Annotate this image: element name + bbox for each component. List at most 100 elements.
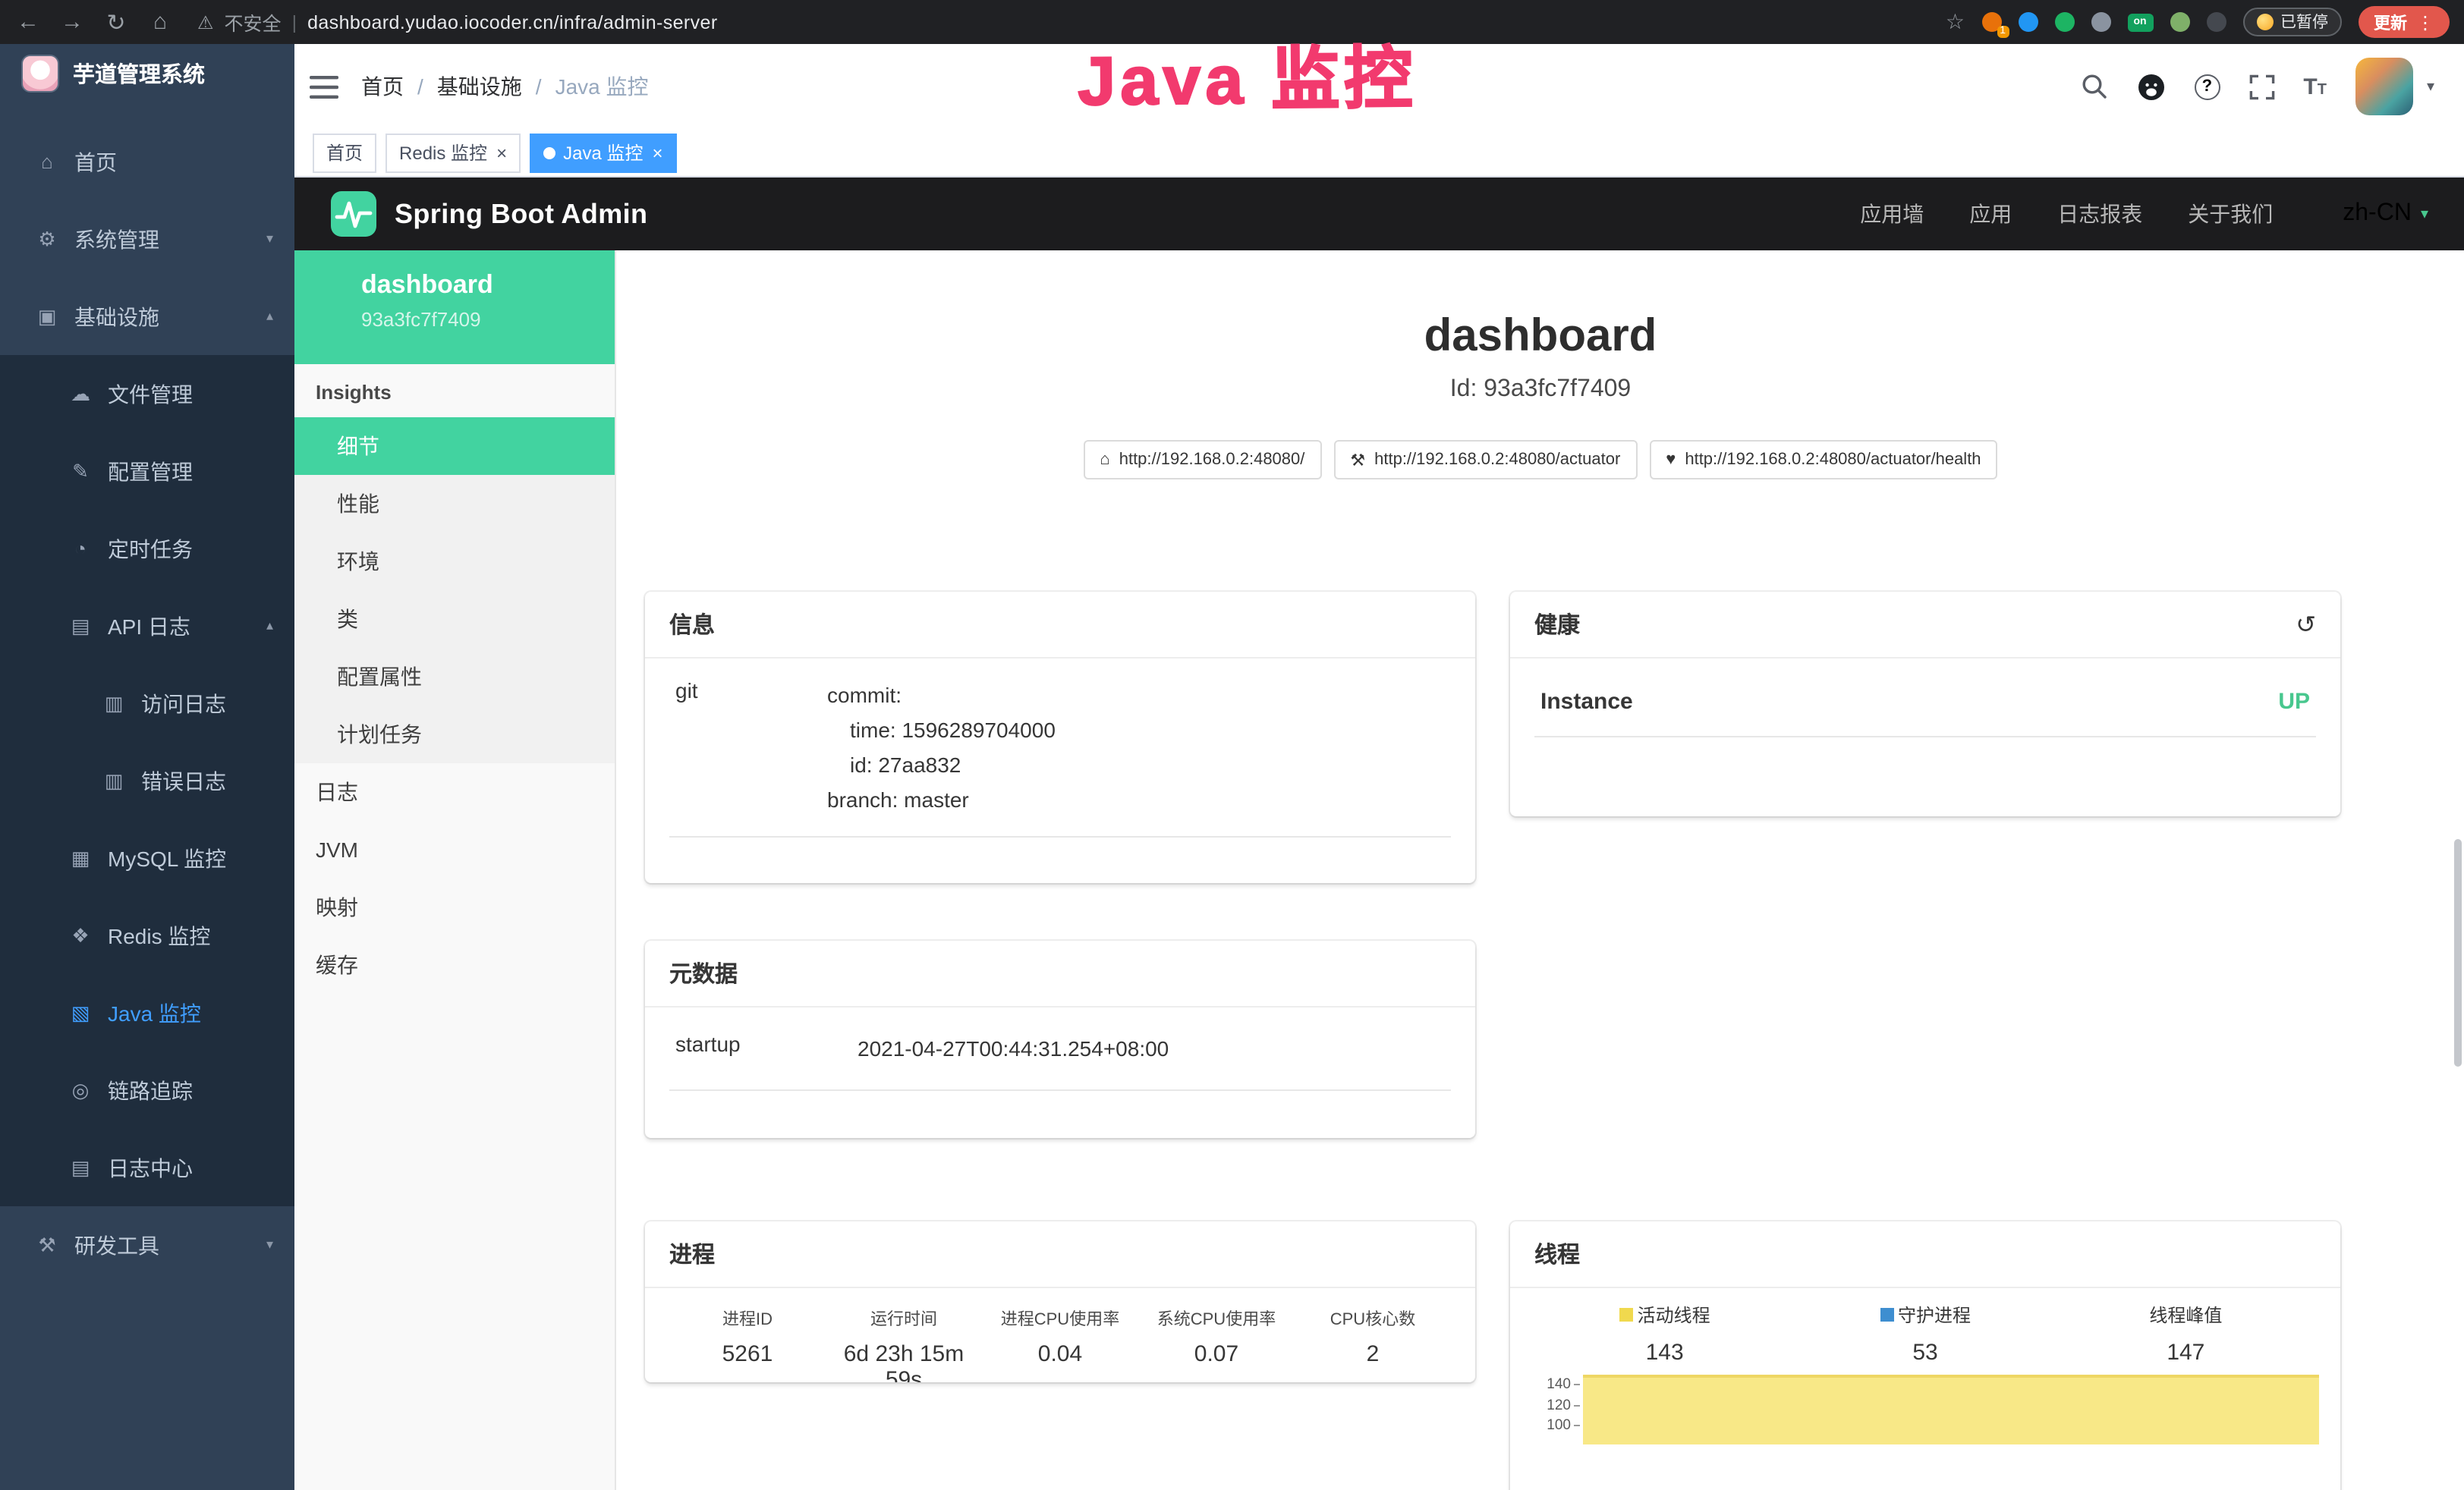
extension-on-badge-icon[interactable]: on	[2127, 13, 2153, 31]
extension-leaf-icon[interactable]	[2170, 12, 2189, 32]
sidebar-item-trace[interactable]: ◎链路追踪	[0, 1051, 294, 1129]
metadata-card: 元数据 startup 2021-04-27T00:44:31.254+08:0…	[645, 941, 1475, 1138]
bookmark-star-icon[interactable]: ☆	[1946, 9, 1965, 35]
home-icon[interactable]: ⌂	[147, 8, 173, 36]
instance-menu-metrics[interactable]: 性能	[294, 475, 615, 533]
font-size-icon[interactable]: TT	[2303, 74, 2327, 99]
paused-badge[interactable]: 已暂停	[2242, 8, 2342, 36]
legend-color-icon	[1880, 1308, 1893, 1322]
edit-icon: ✎	[67, 459, 94, 483]
instance-menu-logs[interactable]: 日志	[294, 763, 615, 821]
health-row: Instance UP	[1534, 659, 2316, 737]
tab-java-monitor[interactable]: Java 监控×	[530, 133, 676, 172]
update-button[interactable]: 更新 ⋮	[2359, 6, 2450, 38]
sba-nav-journal[interactable]: 日志报表	[2057, 199, 2142, 229]
instance-menu-mappings[interactable]: 映射	[294, 879, 615, 936]
chevron-up-icon: ▴	[266, 618, 273, 634]
metadata-startup-value: 2021-04-27T00:44:31.254+08:00	[858, 1032, 1445, 1067]
user-avatar[interactable]	[2355, 58, 2413, 115]
home-icon: ⌂	[33, 150, 61, 173]
sba-header: Spring Boot Admin 应用墙应用日志报表关于我们 zh-CN ▾	[294, 178, 2464, 250]
threads-legend-label: 线程峰值	[2056, 1302, 2316, 1328]
sba-nav: 应用墙 应用 日志报表 关于我们	[1860, 199, 2273, 229]
search-icon[interactable]	[2080, 73, 2107, 100]
info-card-title: 信息	[669, 608, 715, 640]
sba-nav-wallboard[interactable]: 应用墙	[1860, 199, 1924, 229]
locale-select[interactable]: zh-CN ▾	[2343, 200, 2428, 228]
sidebar-item-error-logs[interactable]: ▥错误日志	[0, 742, 294, 819]
document-icon: ▤	[67, 1155, 94, 1180]
chart-plot-area	[1583, 1375, 2325, 1490]
wrench-icon: ⚒	[1350, 450, 1365, 470]
instance-link[interactable]: ♥http://192.168.0.2:48080/actuator/healt…	[1649, 440, 1997, 479]
process-stat-label: 进程ID	[669, 1306, 826, 1331]
help-icon[interactable]: ?	[2194, 74, 2220, 99]
fullscreen-icon[interactable]	[2248, 74, 2274, 99]
instance-link[interactable]: ⌂http://192.168.0.2:48080/	[1083, 440, 1321, 479]
page-title: dashboard	[616, 311, 2464, 363]
process-stat: 运行时间6d 23h 15m 59s	[826, 1306, 982, 1382]
hamburger-icon[interactable]	[310, 75, 338, 98]
github-icon[interactable]	[2136, 72, 2165, 101]
instance-menu-jvm[interactable]: JVM	[294, 821, 615, 879]
instance-menu-environment[interactable]: 环境	[294, 533, 615, 590]
avatar-caret-icon[interactable]: ▾	[2427, 78, 2434, 95]
sidebar-item-access-logs[interactable]: ▥访问日志	[0, 665, 294, 742]
instance-menu-classes[interactable]: 类	[294, 590, 615, 648]
sidebar-item-home[interactable]: ⌂首页	[0, 123, 294, 200]
gear-icon: ⚙	[33, 227, 61, 251]
extension-green-circle-icon[interactable]	[2054, 12, 2074, 32]
sidebar-item-file-management[interactable]: ☁文件管理	[0, 355, 294, 432]
extension-puzzle-icon[interactable]	[2206, 12, 2226, 32]
sidebar-item-infrastructure[interactable]: ▣基础设施▴	[0, 278, 294, 355]
sba-nav-applications[interactable]: 应用	[1969, 199, 2012, 229]
sidebar-item-system-management[interactable]: ⚙系统管理▾	[0, 200, 294, 278]
extension-orange-icon[interactable]: 1	[1981, 12, 2001, 32]
tab-redis-monitor[interactable]: Redis 监控×	[385, 133, 521, 172]
info-line: time: 1596289704000	[827, 713, 1445, 748]
process-stat-label: 运行时间	[826, 1306, 982, 1331]
back-icon[interactable]: ←	[15, 8, 41, 36]
close-icon[interactable]: ×	[496, 142, 507, 163]
instance-menu-details[interactable]: 细节	[294, 417, 615, 475]
instance-menu-scheduled-tasks[interactable]: 计划任务	[294, 706, 615, 763]
sidebar-item-java-monitor[interactable]: ▧Java 监控	[0, 974, 294, 1051]
reload-icon[interactable]: ↻	[103, 8, 129, 36]
threads-card: 线程 活动线程143守护进程53线程峰值147 140120100	[1510, 1221, 2340, 1490]
extension-badge: 1	[1997, 26, 2009, 38]
extension-drop-icon[interactable]	[2018, 12, 2038, 32]
sidebar-item-config-management[interactable]: ✎配置管理	[0, 432, 294, 510]
history-icon[interactable]: ↺	[2296, 609, 2316, 640]
address-bar[interactable]: ⚠ 不安全 | dashboard.yudao.iocoder.cn/infra…	[197, 8, 718, 36]
home-link-icon: ⌂	[1100, 451, 1109, 469]
threads-legend-item: 线程峰值147	[2056, 1302, 2316, 1366]
breadcrumb-item[interactable]: 基础设施	[437, 71, 522, 102]
instance-menu-config-properties[interactable]: 配置属性	[294, 648, 615, 706]
extension-grid-icon[interactable]	[2091, 12, 2110, 32]
sba-nav-about[interactable]: 关于我们	[2188, 199, 2273, 229]
forward-icon[interactable]: →	[59, 8, 85, 36]
breadcrumb-item[interactable]: 首页	[361, 71, 404, 102]
tab-home[interactable]: 首页	[313, 133, 376, 172]
instance-link[interactable]: ⚒http://192.168.0.2:48080/actuator	[1333, 440, 1637, 479]
metadata-row: startup 2021-04-27T00:44:31.254+08:00	[669, 1007, 1451, 1091]
threads-legend-item: 活动线程143	[1534, 1302, 1795, 1366]
sidebar-item-api-logs[interactable]: ▤API 日志▴	[0, 587, 294, 665]
sidebar-item-redis-monitor[interactable]: ❖Redis 监控	[0, 897, 294, 974]
sidebar-item-scheduled-jobs[interactable]: ◔定时任务	[0, 510, 294, 587]
sidebar-item-log-center[interactable]: ▤日志中心	[0, 1129, 294, 1206]
legend-color-icon	[1619, 1308, 1633, 1322]
sidebar-item-mysql-monitor[interactable]: ▦MySQL 监控	[0, 819, 294, 897]
close-icon[interactable]: ×	[652, 142, 662, 163]
breadcrumb-separator: /	[417, 74, 423, 99]
info-git-label: git	[675, 678, 827, 818]
process-stat-label: CPU核心数	[1295, 1306, 1451, 1331]
browser-menu-icon[interactable]: ⋮	[2416, 11, 2434, 33]
sidebar-item-label: Redis 监控	[108, 920, 210, 951]
instance-header[interactable]: dashboard 93a3fc7f7409	[294, 250, 615, 364]
instance-menu-caches[interactable]: 缓存	[294, 936, 615, 994]
scrollbar[interactable]	[2454, 839, 2462, 1067]
sidebar-item-dev-tools[interactable]: ⚒研发工具▾	[0, 1206, 294, 1284]
sidebar-item-label: 基础设施	[74, 301, 159, 332]
threads-legend-value: 53	[1795, 1340, 2055, 1366]
